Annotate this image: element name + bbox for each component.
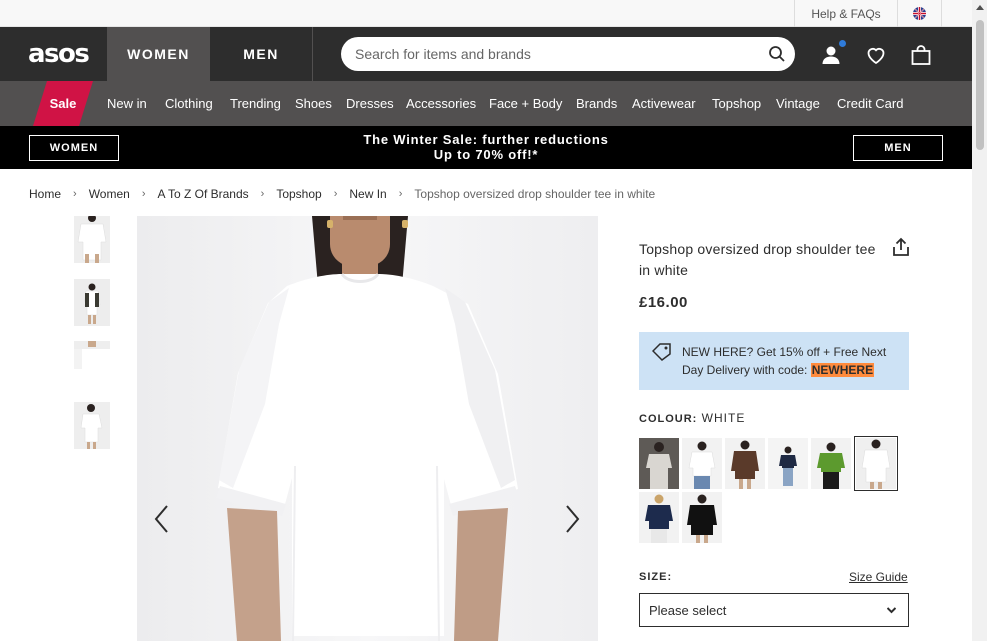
chevron-right-icon: › — [333, 188, 338, 200]
breadcrumb: Home › Women › A To Z Of Brands › Topsho… — [29, 186, 655, 202]
swatch-photo-icon — [856, 438, 896, 489]
colour-label: COLOUR: WHITE — [639, 411, 745, 425]
search-box — [341, 37, 795, 71]
nav-item-sale[interactable]: Sale — [33, 81, 93, 126]
colour-swatch[interactable] — [768, 438, 808, 489]
colour-swatch[interactable] — [639, 438, 679, 489]
nav-item-vintage[interactable]: Vintage — [776, 81, 820, 126]
breadcrumb-women[interactable]: Women — [89, 187, 130, 201]
search-input[interactable] — [355, 37, 755, 71]
model-photo-icon — [74, 216, 110, 263]
chevron-down-icon — [887, 607, 896, 614]
product-thumbnail[interactable] — [74, 216, 110, 263]
nav-item-face-body[interactable]: Face + Body — [489, 81, 562, 126]
search-icon[interactable] — [768, 45, 786, 63]
account-icon[interactable] — [819, 43, 843, 67]
size-guide-link[interactable]: Size Guide — [849, 570, 908, 584]
colour-swatch[interactable] — [639, 492, 679, 543]
bag-icon[interactable] — [909, 43, 933, 67]
colour-label-key: COLOUR: — [639, 413, 698, 425]
tab-men[interactable]: MEN — [210, 27, 313, 81]
chevron-right-icon[interactable] — [561, 503, 583, 535]
chevron-right-icon: › — [398, 188, 403, 200]
heart-icon[interactable] — [864, 43, 888, 67]
model-photo-icon — [74, 279, 110, 326]
scrollbar-thumb[interactable] — [976, 20, 984, 150]
product-thumbnail[interactable] — [74, 279, 110, 326]
model-photo-icon — [74, 341, 110, 388]
chevron-left-icon[interactable] — [151, 503, 173, 535]
chevron-right-icon: › — [141, 188, 146, 200]
breadcrumb-new-in[interactable]: New In — [349, 187, 386, 201]
breadcrumb-current: Topshop oversized drop shoulder tee in w… — [414, 187, 656, 201]
asos-logo[interactable]: asos — [28, 39, 90, 69]
promo-line-1: The Winter Sale: further reductions — [363, 132, 609, 147]
promo-line-2: Up to 70% off!* — [433, 147, 539, 162]
promo-men-button[interactable]: MEN — [853, 135, 943, 161]
tag-icon — [652, 343, 671, 361]
product-thumbnail[interactable] — [74, 341, 110, 388]
swatch-photo-icon — [682, 438, 722, 489]
help-faqs-link[interactable]: Help & FAQs — [794, 0, 898, 27]
size-select[interactable]: Please select — [639, 593, 909, 627]
model-photo-icon — [74, 402, 110, 449]
model-tee-image — [216, 216, 519, 641]
nav-item-shoes[interactable]: Shoes — [295, 81, 332, 126]
promo-message[interactable]: The Winter Sale: further reductions Up t… — [300, 132, 672, 162]
nav-item-activewear[interactable]: Activewear — [632, 81, 696, 126]
nav-item-brands[interactable]: Brands — [576, 81, 617, 126]
colour-swatch-selected[interactable] — [854, 436, 898, 491]
colour-swatch[interactable] — [682, 438, 722, 489]
page-scrollbar[interactable] — [972, 0, 987, 641]
nav-item-topshop[interactable]: Topshop — [712, 81, 761, 126]
swatch-photo-icon — [639, 492, 679, 543]
site-header: asos WOMEN MEN — [0, 27, 972, 81]
nav-item-accessories[interactable]: Accessories — [406, 81, 476, 126]
product-thumbnail[interactable] — [74, 402, 110, 449]
breadcrumb-topshop[interactable]: Topshop — [276, 187, 321, 201]
page: Help & FAQs asos WOMEN MEN Search for it… — [0, 0, 987, 641]
size-label: SIZE: — [639, 571, 673, 583]
colour-value: WHITE — [701, 411, 746, 425]
breadcrumb-home[interactable]: Home — [29, 187, 61, 201]
swatch-photo-icon — [639, 438, 679, 489]
promo-code: NEWHERE — [810, 363, 875, 377]
swatch-photo-icon — [725, 438, 765, 489]
promo-women-button[interactable]: WOMEN — [29, 135, 119, 161]
nav-item-clothing[interactable]: Clothing — [165, 81, 213, 126]
nav-item-dresses[interactable]: Dresses — [346, 81, 394, 126]
colour-swatch[interactable] — [682, 492, 722, 543]
share-icon[interactable] — [892, 237, 910, 257]
uk-flag-icon — [913, 7, 926, 20]
swatch-photo-icon — [811, 438, 851, 489]
size-select-value: Please select — [649, 603, 727, 618]
nav-item-trending[interactable]: Trending — [230, 81, 281, 126]
product-price: £16.00 — [639, 294, 688, 311]
colour-swatch[interactable] — [725, 438, 765, 489]
chevron-right-icon: › — [260, 188, 265, 200]
utility-bar: Help & FAQs — [0, 0, 972, 27]
colour-swatch[interactable] — [811, 438, 851, 489]
product-main-image[interactable] — [137, 216, 598, 641]
new-customer-promo: NEW HERE? Get 15% off + Free Next Day De… — [639, 332, 909, 390]
swatch-photo-icon — [682, 492, 722, 543]
nav-item-credit-card[interactable]: Credit Card — [837, 81, 903, 126]
chevron-right-icon: › — [73, 188, 77, 200]
nav-item-new-in[interactable]: New in — [107, 81, 147, 126]
category-nav: Sale New in Clothing Trending Shoes Dres… — [0, 81, 972, 126]
promo-box-text: NEW HERE? Get 15% off + Free Next Day De… — [682, 343, 904, 379]
promo-banner: WOMEN The Winter Sale: further reduction… — [0, 126, 972, 169]
swatch-photo-icon — [768, 438, 808, 489]
tab-women[interactable]: WOMEN — [107, 27, 210, 81]
account-notification-dot — [839, 40, 846, 47]
scroll-up-arrow-icon[interactable] — [976, 5, 984, 10]
breadcrumb-brands[interactable]: A To Z Of Brands — [158, 187, 249, 201]
country-selector[interactable] — [898, 0, 942, 27]
product-title: Topshop oversized drop shoulder tee in w… — [639, 241, 876, 278]
